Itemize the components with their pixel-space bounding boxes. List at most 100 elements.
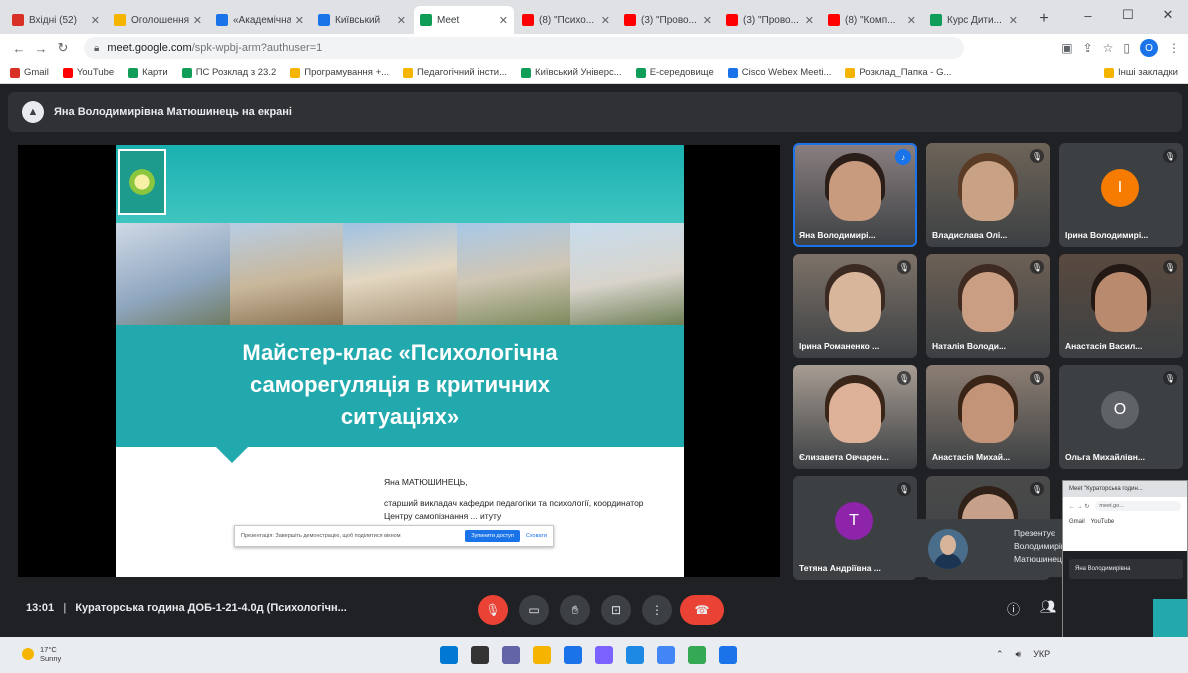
mic-off-button[interactable]: 🎙︎ <box>478 595 508 625</box>
taskbar-app-icon[interactable] <box>657 646 675 664</box>
side-panel-icon[interactable]: ▯ <box>1123 41 1130 55</box>
hide-notification-button[interactable]: Сховати <box>526 533 547 539</box>
participant-name: Владислава Олі... <box>932 230 1008 240</box>
windows-taskbar: 17°C Sunny ⌃ 🔊︎ УКР <box>0 637 1188 673</box>
participant-avatar: І <box>1101 169 1139 207</box>
raise-hand-button[interactable]: ✋︎ <box>560 595 590 625</box>
tab-favicon-icon <box>12 14 24 26</box>
present-button[interactable]: ⊡ <box>601 595 631 625</box>
building-photo <box>116 223 230 325</box>
browser-tab[interactable]: (8) "Комп... ✕ <box>822 6 922 34</box>
speaker-icon[interactable]: 🔊︎ <box>1016 649 1022 660</box>
bookmark-item[interactable]: Київський Універс... <box>521 67 622 78</box>
taskbar-app-icon[interactable] <box>719 646 737 664</box>
close-tab-icon[interactable]: ✕ <box>499 14 508 27</box>
browser-tab[interactable]: (8) "Психо... ✕ <box>516 6 616 34</box>
bookmark-label: Карти <box>142 67 168 78</box>
mini-browser-window[interactable]: Meet "Кураторська годин... ← → ↻ meet.go.… <box>1062 480 1188 650</box>
bookmark-item[interactable]: YouTube <box>62 67 114 78</box>
browser-tab[interactable]: «Академічна ✕ <box>210 6 310 34</box>
browser-tab[interactable]: Курс Дити... ✕ <box>924 6 1024 34</box>
more-options-button[interactable]: ⋮ <box>642 595 672 625</box>
participant-tile[interactable]: О 🎙︎ Ольга Михайлівн... <box>1059 365 1183 469</box>
participant-tile[interactable]: 🎙︎ Наталія Володи... <box>926 254 1050 358</box>
bookmark-item[interactable]: Педагогічний інсти... <box>403 67 507 78</box>
close-tab-icon[interactable]: ✕ <box>397 14 406 27</box>
close-tab-icon[interactable]: ✕ <box>1009 14 1018 27</box>
browser-tab[interactable]: Оголошення ✕ <box>108 6 208 34</box>
bookmark-favicon-icon <box>727 67 738 78</box>
tab-favicon-icon <box>522 14 534 26</box>
mini-meet-view: Яна Володимирівна <box>1063 551 1187 649</box>
share-icon[interactable]: ⇪ <box>1083 41 1093 55</box>
participant-tile[interactable]: 🎙︎ Владислава Олі... <box>926 143 1050 247</box>
close-window-icon[interactable]: ✕ <box>1148 7 1188 23</box>
taskbar-app-icon[interactable] <box>533 646 551 664</box>
menu-icon[interactable]: ⋮ <box>1168 41 1180 55</box>
close-tab-icon[interactable]: ✕ <box>601 14 610 27</box>
back-icon[interactable]: ← <box>8 41 30 56</box>
address-bar[interactable]: 🔒︎ meet.google.com /spk-wpbj-arm?authuse… <box>84 37 964 59</box>
language-indicator[interactable]: УКР <box>1033 649 1050 660</box>
other-bookmarks-label: Інші закладки <box>1118 67 1178 78</box>
bookmark-star-icon[interactable]: ☆ <box>1103 41 1114 55</box>
close-tab-icon[interactable]: ✕ <box>703 14 712 27</box>
taskbar-app-icon[interactable] <box>471 646 489 664</box>
bookmark-item[interactable]: Програмування +... <box>290 67 389 78</box>
participant-tile[interactable]: 🎙︎ Єлизавета Овчарен... <box>793 365 917 469</box>
tab-favicon-icon <box>216 14 228 26</box>
participant-name: Наталія Володи... <box>932 341 1007 351</box>
camera-permission-icon[interactable]: ▣ <box>1061 41 1072 55</box>
tab-label: (3) "Прово... <box>641 14 697 26</box>
taskbar-app-icon[interactable] <box>595 646 613 664</box>
browser-tab[interactable]: Київський ✕ <box>312 6 412 34</box>
bookmark-label: Київський Універс... <box>535 67 622 78</box>
reload-icon[interactable]: ↻ <box>52 40 74 56</box>
browser-tab[interactable]: (3) "Прово... ✕ <box>720 6 820 34</box>
forward-icon[interactable]: → <box>30 41 52 56</box>
bookmark-item[interactable]: Gmail <box>10 67 49 78</box>
mic-muted-icon: 🎙︎ <box>897 482 911 496</box>
participant-tile[interactable]: 🎙︎ Анастасія Васил... <box>1059 254 1183 358</box>
self-preview-tile[interactable]: Презентує Володимирівна Матюшинець <box>898 519 1075 577</box>
participant-tile[interactable]: ♪ Яна Володимирі... <box>793 143 917 247</box>
taskbar-app-icon[interactable] <box>564 646 582 664</box>
close-tab-icon[interactable]: ✕ <box>91 14 100 27</box>
people-icon[interactable]: 👥︎ <box>1040 599 1057 615</box>
other-bookmarks[interactable]: Інші закладки <box>1104 67 1178 78</box>
browser-tab[interactable]: Вхідні (52) ✕ <box>6 6 106 34</box>
stop-sharing-button[interactable]: Зупинити доступ <box>465 530 520 542</box>
profile-avatar[interactable]: O <box>1140 39 1158 57</box>
bookmark-favicon-icon <box>181 67 192 78</box>
bookmark-item[interactable]: Cisco Webex Meeti... <box>727 67 831 78</box>
new-tab-button[interactable]: + <box>1032 7 1056 31</box>
info-icon[interactable]: ⓘ <box>1007 599 1020 618</box>
presenter-avatar <box>928 529 968 569</box>
taskbar-app-icon[interactable] <box>626 646 644 664</box>
participant-tile[interactable]: 🎙︎ Ірина Романенко ... <box>793 254 917 358</box>
close-tab-icon[interactable]: ✕ <box>907 14 916 27</box>
tray-chevron-icon[interactable]: ⌃ <box>996 649 1004 660</box>
close-tab-icon[interactable]: ✕ <box>295 14 304 27</box>
mic-muted-icon: 🎙︎ <box>1030 482 1044 496</box>
bookmark-item[interactable]: Розклад_Папка - G... <box>845 67 951 78</box>
browser-tab[interactable]: Meet ✕ <box>414 6 514 34</box>
maximize-icon[interactable]: ☐ <box>1108 7 1148 23</box>
bookmark-item[interactable]: Карти <box>128 67 168 78</box>
camera-button[interactable]: ▭ <box>519 595 549 625</box>
bookmark-item[interactable]: ПС Розклад з 23.2 <box>181 67 276 78</box>
close-tab-icon[interactable]: ✕ <box>805 14 814 27</box>
weather-widget[interactable]: 17°C Sunny <box>22 645 61 663</box>
slide-header-band <box>116 145 684 223</box>
browser-tab[interactable]: (3) "Прово... ✕ <box>618 6 718 34</box>
bookmark-item[interactable]: Е-середовище <box>635 67 714 78</box>
taskbar-app-icon[interactable] <box>440 646 458 664</box>
participant-tile[interactable]: 🎙︎ Анастасія Михай... <box>926 365 1050 469</box>
end-call-button[interactable]: ☎︎ <box>680 595 724 625</box>
taskbar-app-icon[interactable] <box>688 646 706 664</box>
minimize-icon[interactable]: – <box>1068 8 1108 23</box>
participant-name: Ірина Володимирі... <box>1065 230 1149 240</box>
taskbar-app-icon[interactable] <box>502 646 520 664</box>
participant-tile[interactable]: І 🎙︎ Ірина Володимирі... <box>1059 143 1183 247</box>
close-tab-icon[interactable]: ✕ <box>193 14 202 27</box>
